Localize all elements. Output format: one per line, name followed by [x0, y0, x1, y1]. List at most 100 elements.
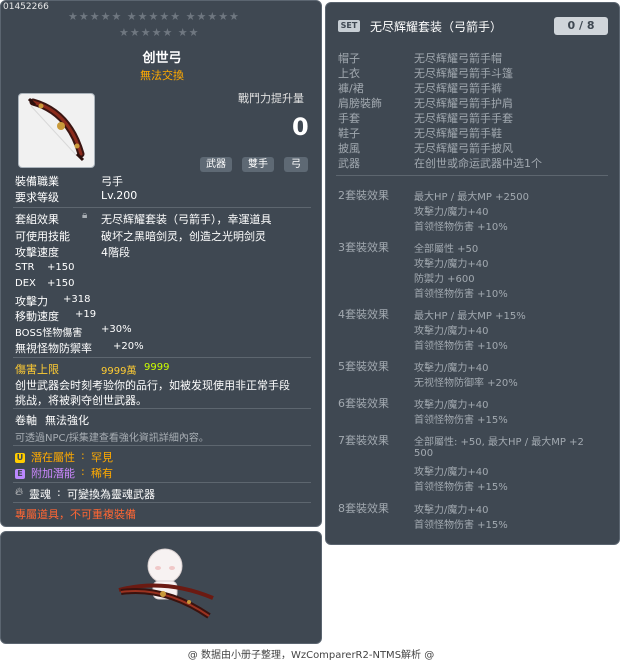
set-part-slot: 肩膀裝飾: [338, 97, 382, 110]
potential-row: U: [15, 450, 25, 463]
set-part-item: 无尽辉耀弓箭手裤: [414, 82, 502, 95]
untradeable-label: 無法交換: [140, 69, 184, 82]
set-effect-line: 首领怪物伤害 +15%: [414, 482, 508, 493]
star-force-row2: ★★★★★ ★★: [119, 26, 200, 39]
description-line-2: 挑战，将被剥夺创世武器。: [15, 394, 147, 407]
set-effect-tier-label: 7套裝效果: [338, 434, 389, 447]
stat-boss-damage-label: BOSS怪物傷害: [15, 328, 83, 339]
set-effect-line: 攻擊力/魔力+40: [414, 467, 489, 478]
job-value: 弓手: [101, 175, 123, 188]
level-label: 要求等级: [15, 191, 59, 204]
set-effect-line: 首领怪物伤害 +10%: [414, 222, 508, 233]
stat-ignore-def-label: 無視怪物防禦率: [15, 342, 92, 355]
combat-power-value: 0: [292, 113, 309, 141]
set-effect-value: 无尽辉耀套装（弓箭手），幸運道具: [101, 213, 272, 226]
set-effect-line: 攻擊力/魔力+40: [414, 207, 489, 218]
tag-two-handed: 雙手: [242, 157, 274, 172]
attack-speed-label: 攻擊速度: [15, 246, 59, 259]
bonus-label: 附加潛能: [31, 467, 75, 480]
scroll-value: 無法強化: [45, 414, 89, 427]
set-badge-icon: SET: [338, 20, 360, 32]
set-effect-line: 最大HP / 最大MP +2500: [414, 192, 529, 203]
set-part-item: 无尽辉耀弓箭手帽: [414, 52, 502, 65]
soul-flame-icon: 🔥︎: [15, 485, 24, 498]
divider: [336, 175, 608, 176]
set-effect-line: 全部屬性 +50: [414, 244, 479, 255]
bonus-value: 稀有: [91, 467, 113, 480]
stat-move-speed-label: 移動速度: [15, 310, 59, 323]
skill-value: 破坏之黑暗剑灵，创造之光明剑灵: [101, 230, 266, 243]
combat-power-label: 戰鬥力提升量: [238, 92, 304, 105]
stat-move-speed-value: +19: [75, 309, 97, 320]
divider: [13, 408, 311, 409]
soul-separator: :: [57, 486, 61, 499]
stat-str-label: STR: [15, 262, 35, 273]
set-effect-line: 首领怪物伤害 +15%: [414, 415, 508, 426]
set-part-item: 无尽辉耀弓箭手披风: [414, 142, 513, 155]
set-part-slot: 手套: [338, 112, 360, 125]
divider: [13, 445, 311, 446]
potential-label: 潛在屬性: [31, 451, 75, 464]
set-effect-line: 无视怪物防御率 +20%: [414, 378, 518, 389]
set-part-slot: 武器: [338, 157, 360, 170]
set-effect-line: 首领怪物伤害 +10%: [414, 341, 508, 352]
set-effect-line: 全部屬性: +50, 最大HP / 最大MP +2: [414, 437, 584, 448]
set-effect-tier-label: 5套裝效果: [338, 360, 389, 373]
credit-footer: @ 数据由小册子整理，WzComparerR2-NTMS解析 @: [187, 650, 435, 661]
item-name: 创世弓: [142, 51, 182, 66]
set-count: 0 / 8: [554, 17, 608, 35]
set-info-panel: SET 无尽辉耀套装（弓箭手） 0 / 8 帽子 无尽辉耀弓箭手帽 上衣 无尽辉…: [325, 2, 620, 545]
lock-icon: 🔒︎: [82, 210, 88, 221]
set-part-item: 无尽辉耀弓箭手斗篷: [414, 67, 513, 80]
bonus-row: E: [15, 466, 25, 479]
potential-separator: :: [81, 449, 85, 462]
set-effect-line: 首领怪物伤害 +15%: [414, 520, 508, 531]
set-effect-line: 攻擊力/魔力+40: [414, 326, 489, 337]
set-name: 无尽辉耀套装（弓箭手）: [370, 20, 503, 34]
stat-ignore-def-value: +20%: [113, 341, 144, 352]
skill-label: 可使用技能: [15, 230, 70, 243]
attack-speed-value: 4階段: [101, 246, 130, 259]
npc-note: 可透過NPC/採集建查看強化資訊詳細內容。: [15, 433, 209, 444]
exclusive-note: 專屬道具，不可重複裝備: [15, 508, 136, 521]
set-part-item: 无尽辉耀弓箭手手套: [414, 112, 513, 125]
character-preview-icon: [118, 548, 214, 619]
set-part-slot: 披風: [338, 142, 360, 155]
stat-dex-label: DEX: [15, 278, 36, 289]
set-effect-tier-label: 3套裝效果: [338, 241, 389, 254]
divider: [13, 482, 311, 483]
potential-badge-icon: U: [15, 453, 25, 463]
item-icon-frame: [18, 93, 95, 168]
set-effect-line: 最大HP / 最大MP +15%: [414, 311, 526, 322]
star-force-row1: ★★★★★ ★★★★★ ★★★★★: [68, 10, 240, 23]
set-effect-label: 套組效果: [15, 213, 59, 226]
job-label: 裝備職業: [15, 175, 59, 188]
item-tooltip-panel: 01452266 ★★★★★ ★★★★★ ★★★★★ ★★★★★ ★★ 创世弓 …: [0, 0, 322, 527]
set-effect-tier-label: 6套裝效果: [338, 397, 389, 410]
stat-attack-value: +318: [63, 294, 91, 305]
set-effect-line: 攻擊力/魔力+40: [414, 400, 489, 411]
scroll-label: 卷軸: [15, 414, 37, 427]
set-effect-line: 攻擊力/魔力+40: [414, 259, 489, 270]
set-part-item: 在创世或命运武器中选1个: [414, 157, 542, 170]
set-effect-tier-label: 8套裝效果: [338, 502, 389, 515]
divider: [13, 357, 311, 358]
stat-boss-damage-value: +30%: [101, 324, 132, 335]
item-code: 01452266: [3, 2, 49, 12]
divider: [13, 502, 311, 503]
tag-weapon: 武器: [200, 157, 232, 172]
stat-dex-value: +150: [47, 278, 75, 289]
damage-cap-label: 傷害上限: [15, 363, 59, 376]
stat-attack-label: 攻擊力: [15, 295, 48, 308]
stat-str-value: +150: [47, 262, 75, 273]
level-value: Lv.200: [101, 189, 138, 202]
soul-label: 靈魂: [29, 488, 51, 501]
damage-cap-value-1: 9999萬: [101, 366, 137, 377]
tag-bow: 弓: [284, 157, 308, 172]
set-effect-line: 首领怪物伤害 +10%: [414, 289, 508, 300]
description-line-1: 创世武器会时刻考验你的品行，如被发现使用非正常手段: [15, 379, 290, 392]
bow-icon: [27, 97, 85, 162]
set-effect-tier-label: 4套裝效果: [338, 308, 389, 321]
damage-cap-value-2: 9999: [144, 362, 170, 373]
set-effect-line: 攻擊力/魔力+40: [414, 363, 489, 374]
